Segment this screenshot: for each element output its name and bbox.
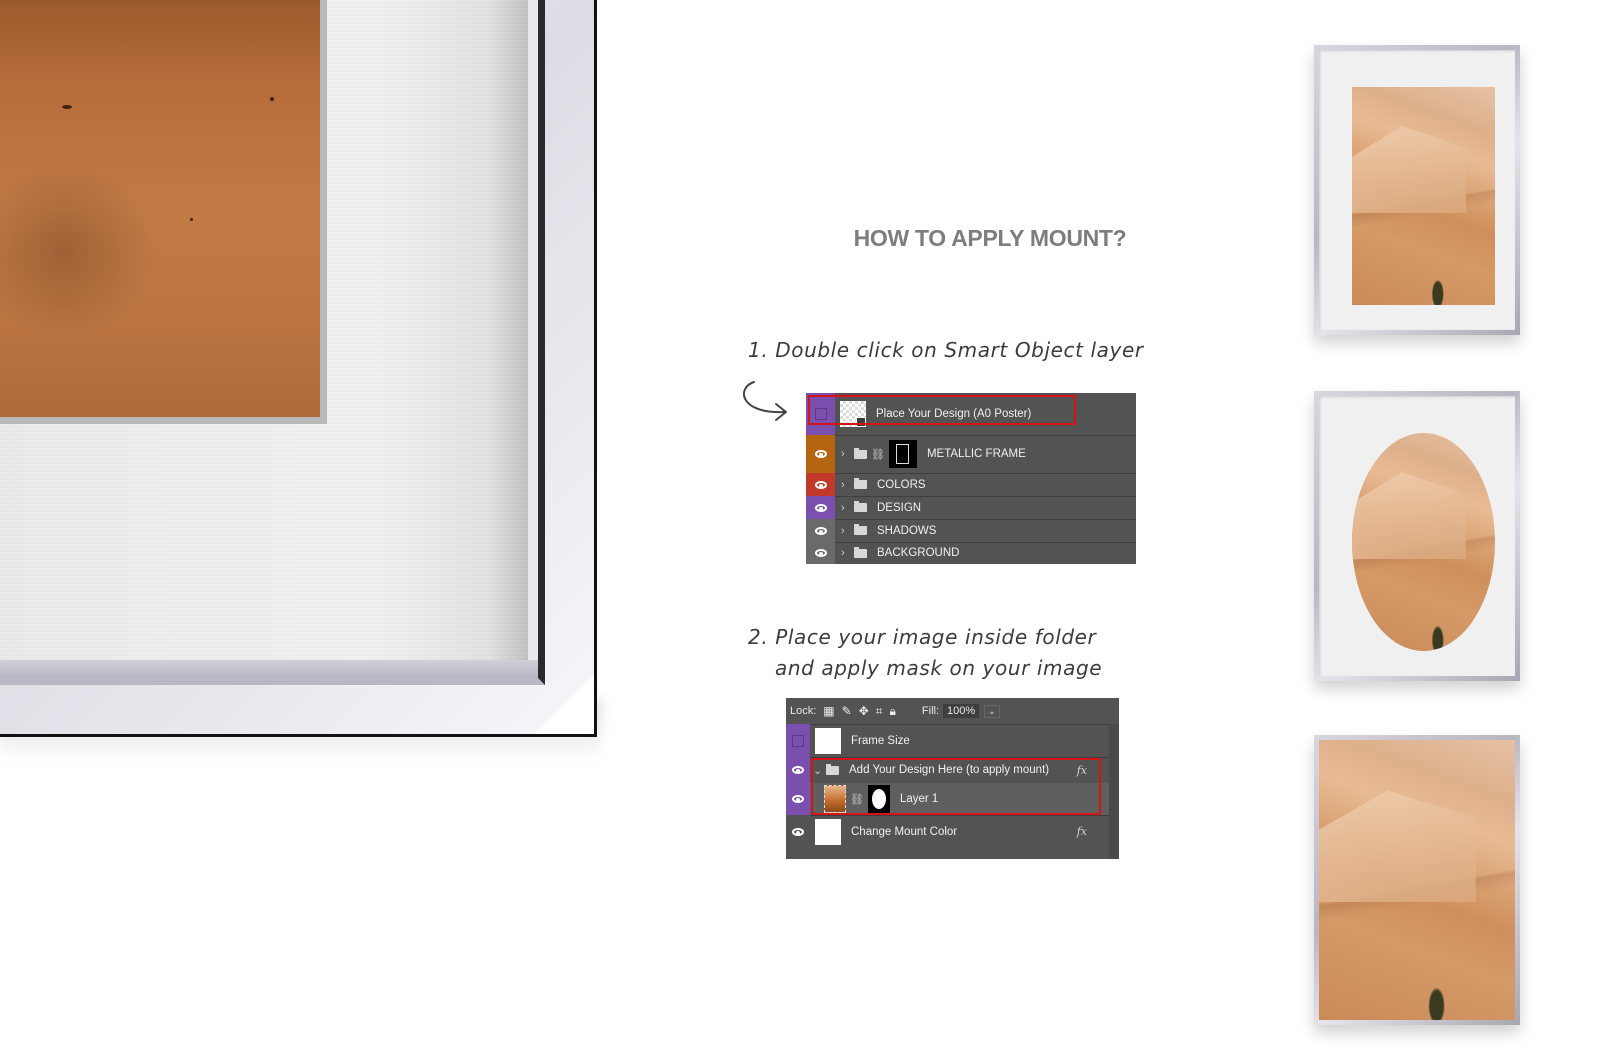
folder-icon [854, 478, 867, 489]
desert-photo-closeup [0, 0, 320, 417]
desert-dune-image-full [1319, 740, 1515, 1020]
chevron-right-icon[interactable]: › [841, 525, 849, 537]
frame-corner-bevel [534, 674, 594, 734]
eye-icon[interactable] [792, 766, 804, 774]
eye-icon[interactable] [814, 503, 827, 512]
layer-color-tag [806, 435, 835, 473]
visibility-toggle-off[interactable] [792, 734, 804, 747]
layer-name: Frame Size [851, 734, 910, 747]
layer-color-tag [806, 542, 835, 564]
layer-color-tag [786, 783, 810, 815]
mount-board [1319, 740, 1515, 1020]
layer-name: COLORS [877, 478, 926, 491]
eye-icon[interactable] [792, 795, 804, 803]
fill-thumbnail[interactable] [815, 818, 841, 845]
step-2-text: 2. Place your image inside folder and ap… [748, 622, 1102, 684]
preview-rectangular-mount [1314, 45, 1520, 335]
sand-speck [190, 218, 193, 221]
lock-label: Lock: [790, 705, 817, 717]
folder-icon [854, 501, 867, 512]
frame-inner-edge [0, 0, 545, 685]
layer-row-change-mount-color[interactable]: Change Mount Color fx [786, 815, 1109, 848]
layer-name: METALLIC FRAME [926, 448, 1026, 460]
fx-icon[interactable]: fx [1077, 825, 1087, 838]
layer-name: Change Mount Color [851, 825, 958, 838]
fill-input[interactable]: 100% [943, 704, 980, 718]
fill-dropdown-icon[interactable]: ⌄ [984, 704, 1000, 718]
layer-row-metallic-frame[interactable]: › ⛓ METALLIC FRAME [806, 435, 1136, 474]
step-2-line-1: 2. Place your image inside folder [748, 625, 1097, 649]
folder-icon [854, 524, 867, 535]
layer-thumbnail[interactable] [815, 727, 841, 754]
layer-name: DESIGN [877, 501, 922, 514]
sand-speck [270, 97, 274, 101]
mount-shade [488, 0, 528, 660]
layer-name: SHADOWS [877, 524, 937, 537]
eye-icon[interactable] [814, 480, 827, 489]
eye-icon[interactable] [814, 549, 827, 557]
lock-artboard-icon[interactable]: ⌗ [876, 704, 883, 719]
lock-toolbar: Lock: ▦ ✎ ✥ ⌗ 🔒︎ Fill: 100% ⌄ [786, 698, 1119, 725]
folder-icon [854, 447, 867, 459]
lock-brush-icon[interactable]: ✎ [842, 704, 852, 718]
layers-panel-smart-object: Place Your Design (A0 Poster) › ⛓ METALL… [806, 393, 1136, 564]
step-1-text: 1. Double click on Smart Object layer [748, 338, 1144, 362]
fill-label: Fill: [921, 705, 940, 717]
preview-oval-mount [1314, 391, 1520, 681]
mount-board [1319, 396, 1515, 676]
layer-color-tag [806, 496, 835, 519]
eye-icon[interactable] [814, 450, 827, 458]
chevron-right-icon[interactable]: › [841, 479, 849, 491]
layer-row-colors[interactable]: › COLORS [806, 473, 1136, 497]
layer-name: BACKGROUND [877, 547, 960, 559]
layer-color-tag [786, 724, 810, 757]
layers-panel-mount: Lock: ▦ ✎ ✥ ⌗ 🔒︎ Fill: 100% ⌄ Frame Size… [786, 698, 1119, 859]
layer-color-tag [806, 519, 835, 542]
eye-icon[interactable] [792, 827, 804, 836]
curved-arrow-icon [743, 381, 787, 421]
layer-color-tag [786, 815, 810, 848]
chevron-right-icon[interactable]: › [841, 547, 849, 559]
desert-dune-image-oval [1352, 433, 1495, 651]
frame-lip [0, 660, 538, 678]
chevron-right-icon[interactable]: › [841, 502, 849, 514]
scrollbar[interactable] [1109, 724, 1119, 859]
layer-row-design[interactable]: › DESIGN [806, 496, 1136, 520]
large-metallic-frame [0, 0, 597, 737]
highlight-box [811, 758, 1101, 815]
layer-row-frame-size[interactable]: Frame Size [786, 724, 1109, 758]
mask-thumbnail[interactable] [888, 440, 917, 468]
step-2-line-2: and apply mask on your image [775, 656, 1103, 680]
sand-speck [62, 105, 72, 109]
mount-board [1319, 50, 1515, 330]
folder-icon [854, 546, 867, 558]
layer-row-shadows[interactable]: › SHADOWS [806, 519, 1136, 543]
lock-all-icon[interactable]: 🔒︎ [890, 704, 896, 719]
link-icon: ⛓ [871, 448, 885, 461]
large-mount-board [0, 0, 528, 660]
highlight-box [808, 395, 1076, 425]
layer-color-tag [786, 757, 810, 783]
lock-transparency-icon[interactable]: ▦ [823, 704, 834, 718]
desert-dune-image [1352, 87, 1495, 305]
layer-color-tag [806, 473, 835, 496]
preview-no-mount [1314, 735, 1520, 1025]
eye-icon[interactable] [814, 526, 827, 535]
layer-row-background[interactable]: › BACKGROUND [806, 542, 1136, 564]
lock-move-icon[interactable]: ✥ [859, 704, 869, 718]
chevron-right-icon[interactable]: › [841, 448, 849, 460]
page-title: HOW TO APPLY MOUNT? [853, 225, 1127, 251]
